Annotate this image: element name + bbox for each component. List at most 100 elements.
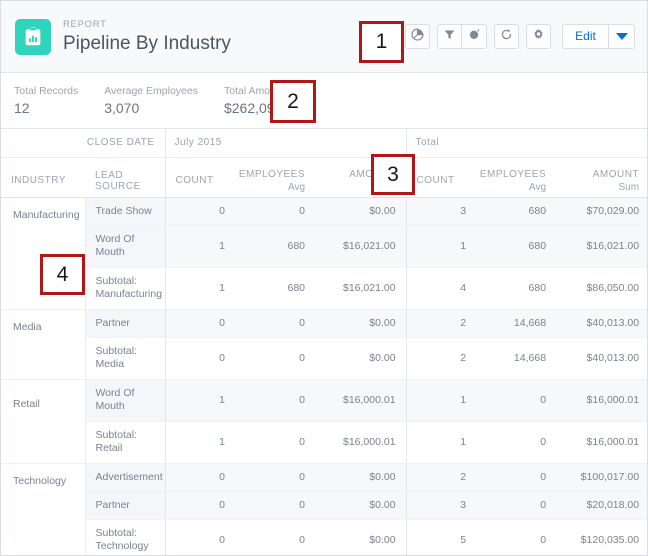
chart-toggle-icon-button[interactable] [405, 24, 430, 49]
cell-industry: Manufacturing [13, 209, 80, 222]
table-row[interactable]: Subtotal: Media 0 0 $0.00 2 14,668 $40,013.00 [1, 337, 647, 380]
total-group-label: Total [405, 129, 647, 158]
cell-lead-source: Word Of Mouth [84, 225, 166, 268]
table-row[interactable]: Word Of Mouth 1 680 $16,021.00 1 680 $16,021.0… [1, 225, 647, 268]
filter-icon-button[interactable] [437, 24, 462, 49]
edit-dropdown-button[interactable] [609, 24, 635, 49]
cell-amount-total: $120,035.00 [556, 519, 647, 555]
cell-count-total: 1 [405, 225, 477, 268]
edit-button[interactable]: Edit [562, 24, 609, 49]
col-header-label: COUNT [416, 175, 455, 186]
cell-amount-period: $16,021.00 [315, 267, 407, 310]
cell-employees-period: 680 [235, 225, 316, 268]
col-header-lead-source[interactable]: LEAD SOURCE [85, 157, 166, 198]
cell-count-period: 1 [164, 379, 236, 422]
summary-value: 12 [14, 99, 30, 116]
conditional-formatting-icon-button[interactable] [462, 24, 487, 49]
table-row[interactable]: Subtotal: Manufacturing 1 680 $16,021.00 4 68… [1, 267, 647, 310]
cell-lead-source: Partner [84, 309, 166, 338]
table-row[interactable]: Technology Advertisement 0 0 $0.00 2 0 $100,017… [1, 463, 647, 492]
col-header-label: LEAD SOURCE [95, 169, 141, 192]
cell-employees-total: 14,668 [476, 337, 557, 380]
column-group-header-row: CLOSE DATE July 2015 Total [1, 129, 647, 158]
filter-icon [443, 28, 456, 46]
col-header-employees-total[interactable]: EMPLOYEES Avg [476, 157, 557, 198]
title-block: REPORT Pipeline By Industry [63, 19, 405, 55]
cell-amount-total: $100,017.00 [556, 463, 647, 492]
col-header-industry[interactable]: INDUSTRY [1, 157, 85, 198]
cell-amount-period: $0.00 [315, 519, 407, 555]
report-type-label: REPORT [63, 18, 107, 30]
cell-lead-source: Word Of Mouth [84, 379, 166, 422]
col-header-amount-total[interactable]: AMOUNT Sum [556, 157, 647, 198]
refresh-icon-button[interactable] [494, 24, 519, 49]
cell-count-total: 5 [405, 519, 477, 555]
cell-employees-total: 0 [476, 421, 557, 464]
cell-count-total: 1 [405, 379, 477, 422]
cell-employees-period: 0 [235, 519, 316, 555]
cell-count-period: 0 [164, 491, 236, 520]
cell-employees-total: 680 [476, 225, 557, 268]
cell-count-period: 1 [164, 267, 236, 310]
cell-amount-period: $16,000.01 [315, 421, 407, 464]
table-row[interactable]: Manufacturing Trade Show 0 0 $0.00 3 680 $70,02… [1, 197, 647, 226]
table-row[interactable]: Subtotal: Retail 1 0 $16,000.01 1 0 $16,000.01 [1, 421, 647, 464]
table-row[interactable]: Media Partner 0 0 $0.00 2 14,668 $40,013.00 [1, 309, 647, 338]
dropdown-caret-icon [615, 33, 628, 40]
cell-count-period: 0 [164, 519, 236, 555]
cell-industry: Technology [13, 475, 67, 488]
cell-subtotal-label: Subtotal: Manufacturing [84, 267, 166, 310]
cell-subtotal-label: Subtotal: Media [84, 337, 166, 380]
cell-employees-period: 0 [235, 197, 316, 226]
cell-count-period: 0 [164, 309, 236, 338]
chart-toggle-icon [411, 27, 424, 46]
cell-count-period: 1 [164, 421, 236, 464]
cell-employees-period: 680 [235, 267, 316, 310]
cell-amount-total: $16,021.00 [556, 225, 647, 268]
page-title: Pipeline By Industry [63, 32, 231, 54]
cell-amount-total: $16,000.01 [556, 379, 647, 422]
cell-industry [1, 519, 85, 555]
table-row[interactable]: Retail Word Of Mouth 1 0 $16,000.01 1 0 $16,000… [1, 379, 647, 422]
cell-amount-total: $40,013.00 [556, 309, 647, 338]
edit-button-group: Edit [562, 24, 635, 49]
cell-lead-source: Trade Show [84, 197, 166, 226]
cell-subtotal-label: Subtotal: Retail [84, 421, 166, 464]
cell-employees-period: 0 [235, 337, 316, 380]
table-row[interactable]: Partner 0 0 $0.00 3 0 $20,018.00 [1, 491, 647, 520]
conditional-formatting-icon [468, 28, 481, 46]
cell-employees-period: 0 [235, 421, 316, 464]
cell-employees-total: 0 [476, 519, 557, 555]
cell-subtotal-label: Subtotal: Technology [84, 519, 166, 555]
col-header-count-period[interactable]: COUNT [164, 157, 236, 198]
col-header-sublabel: Avg [287, 181, 306, 193]
column-header-row: INDUSTRY LEAD SOURCE COUNT EMPLOYEES Avg… [1, 157, 647, 198]
cell-amount-total: $20,018.00 [556, 491, 647, 520]
cell-count-period: 0 [164, 197, 236, 226]
header-actions: Edit [405, 24, 635, 49]
table-row[interactable]: Subtotal: Technology 0 0 $0.00 5 0 $120,035.00 [1, 519, 647, 555]
cell-amount-total: $40,013.00 [556, 337, 647, 380]
cell-count-period: 0 [164, 463, 236, 492]
cell-count-total: 1 [405, 421, 477, 464]
cell-industry [1, 491, 85, 519]
cell-amount-total: $16,000.01 [556, 421, 647, 464]
cell-amount-period: $0.00 [315, 491, 407, 520]
cell-count-total: 4 [405, 267, 477, 310]
gear-icon-button[interactable] [526, 24, 551, 49]
cell-count-total: 3 [405, 197, 477, 226]
col-header-count-total[interactable]: COUNT [405, 157, 477, 198]
cell-count-total: 2 [405, 463, 477, 492]
summary-label: Total Records [14, 84, 79, 97]
annotation-callout-4: 4 [40, 254, 85, 295]
cell-lead-source: Partner [84, 491, 166, 520]
col-header-employees-period[interactable]: EMPLOYEES Avg [235, 157, 316, 198]
cell-employees-total: 680 [476, 197, 557, 226]
close-date-label: CLOSE DATE [1, 129, 166, 158]
col-header-label: INDUSTRY [11, 175, 66, 186]
annotation-callout-1: 1 [359, 21, 404, 63]
period-group-label: July 2015 [164, 129, 407, 158]
cell-lead-source: Advertisement [84, 463, 166, 492]
col-header-label: COUNT [175, 175, 214, 186]
cell-amount-period: $0.00 [315, 337, 407, 380]
